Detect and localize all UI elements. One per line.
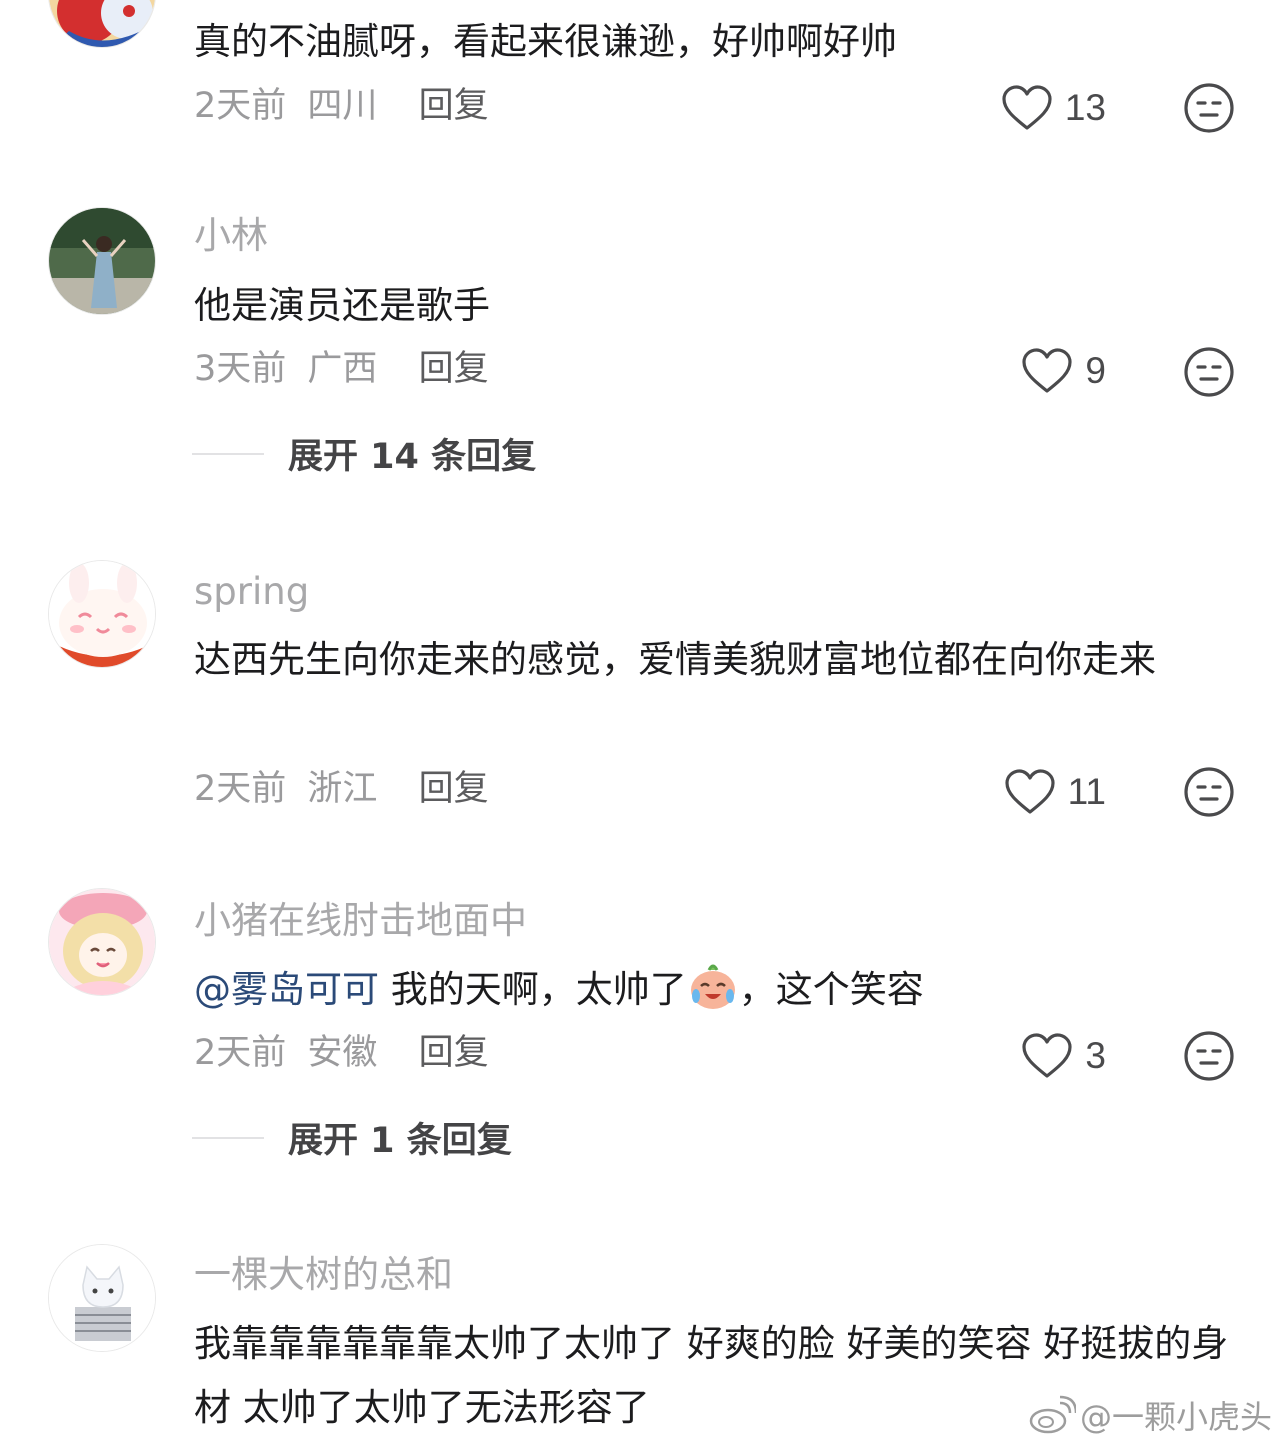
comment-text: 达西先生向你走来的感觉，爱情美貌财富地位都在向你走来 [194, 638, 1156, 681]
heart-icon [1004, 769, 1055, 814]
username[interactable]: 小林 [194, 214, 268, 258]
username[interactable]: 小猪在线肘击地面中 [194, 899, 527, 943]
comment-location: 四川 [307, 86, 378, 126]
heart-icon [1022, 348, 1073, 393]
mention-link[interactable]: @雾岛可可 [194, 968, 379, 1011]
avatar[interactable] [48, 1244, 156, 1352]
white-cat-avatar-icon [49, 1245, 155, 1351]
watermark-text: @一颗小虎头 [1079, 1398, 1272, 1436]
comment-meta: 2天前 安徽 回复 [194, 1031, 489, 1075]
username[interactable]: 一棵大树的总和 [194, 1253, 453, 1297]
like-button[interactable]: 9 [1021, 341, 1106, 401]
comment-location: 浙江 [307, 769, 378, 809]
like-button[interactable]: 11 [1004, 762, 1106, 822]
anime-girl-avatar-icon [49, 889, 155, 995]
like-count: 11 [1067, 771, 1106, 812]
expand-replies-label: 展开 1 条回复 [288, 1121, 512, 1161]
comment-text: @雾岛可可 我的天啊，太帅了 ，这个笑容 [194, 958, 1244, 1022]
avatar[interactable] [48, 0, 156, 48]
reply-button[interactable]: 回复 [419, 86, 489, 126]
like-button[interactable]: 13 [1001, 78, 1106, 138]
comment-location: 安徽 [307, 1033, 378, 1073]
dislike-face-icon[interactable] [1183, 82, 1235, 134]
watermark: @一颗小虎头 [1028, 1392, 1272, 1438]
avatar[interactable] [48, 207, 156, 315]
heart-icon [1002, 85, 1052, 130]
reply-button[interactable]: 回复 [419, 769, 489, 809]
like-count: 3 [1085, 1035, 1106, 1076]
comment-time: 2天前 [194, 769, 287, 809]
reply-button[interactable]: 回复 [419, 349, 489, 389]
comment-time: 2天前 [194, 1033, 287, 1073]
like-count: 9 [1085, 350, 1106, 391]
girl-photo-avatar-icon [49, 208, 155, 314]
comment-meta: 2天前 浙江 回复 [194, 767, 489, 811]
dislike-face-icon[interactable] [1183, 346, 1235, 398]
weibo-logo-icon [1029, 1395, 1076, 1434]
heart-icon [1022, 1033, 1073, 1078]
dislike-face-icon[interactable] [1183, 1030, 1235, 1082]
comment-text: 他是演员还是歌手 [194, 284, 490, 327]
laughing-crying-emoji-icon [690, 964, 735, 1009]
expand-replies-button[interactable]: 展开 14 条回复 [192, 428, 536, 479]
avatar[interactable] [48, 560, 156, 668]
expand-replies-button[interactable]: 展开 1 条回复 [192, 1112, 512, 1163]
dislike-face-icon[interactable] [1183, 766, 1235, 818]
comment-text-part: 我的天啊，太帅了 [379, 968, 687, 1011]
divider-line [192, 1136, 264, 1139]
username[interactable]: spring [194, 570, 309, 614]
comment-time: 2天前 [194, 86, 287, 126]
like-count: 13 [1064, 87, 1106, 128]
comment-location: 广西 [307, 349, 378, 389]
comment-time: 3天前 [194, 349, 287, 389]
comment-text: 真的不油腻呀，看起来很谦逊，好帅啊好帅 [194, 20, 897, 63]
spiderman-avatar-icon [49, 0, 155, 47]
comment-text-part: ，这个笑容 [738, 968, 924, 1011]
reply-button[interactable]: 回复 [419, 1033, 489, 1073]
comment-meta: 2天前 四川 回复 [194, 84, 489, 128]
like-button[interactable]: 3 [1021, 1026, 1106, 1086]
divider-line [192, 452, 264, 455]
comment-meta: 3天前 广西 回复 [194, 347, 489, 391]
avatar[interactable] [48, 888, 156, 996]
bunny-avatar-icon [49, 561, 155, 667]
expand-replies-label: 展开 14 条回复 [288, 437, 537, 477]
